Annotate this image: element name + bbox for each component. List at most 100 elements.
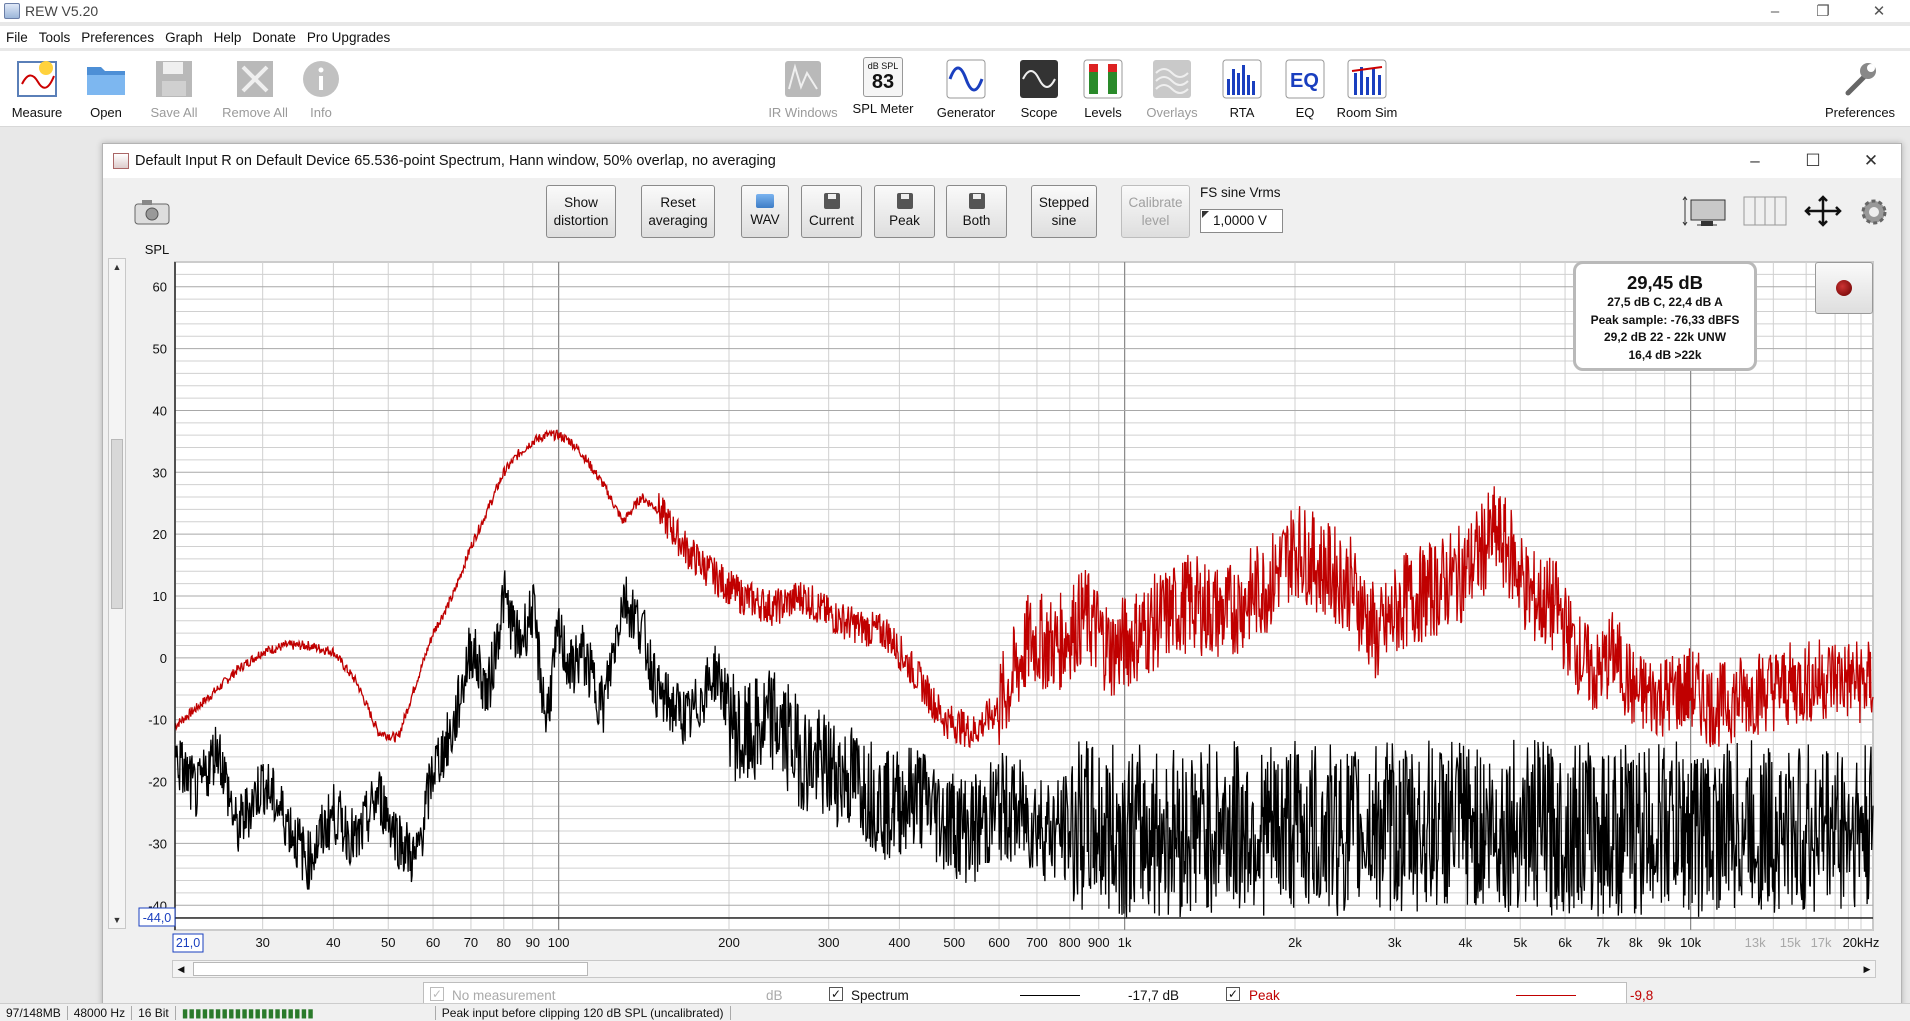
scroll-right-icon[interactable]: ▶	[1859, 961, 1875, 977]
x-tick-label: 3k	[1388, 935, 1402, 950]
eq-icon: EQ	[1283, 57, 1327, 101]
record-button[interactable]	[1815, 262, 1873, 314]
spectrum-legend-value: -17,7 dB	[1128, 988, 1180, 1003]
vertical-scroll-thumb[interactable]	[111, 439, 123, 609]
y-tick-label: 20	[153, 527, 167, 542]
minimize-icon[interactable]: –	[1752, 0, 1798, 22]
remove-icon	[233, 57, 277, 101]
room-sim-icon	[1345, 57, 1389, 101]
save-all-button[interactable]: Save All	[134, 57, 214, 120]
x-tick-label: 10k	[1680, 935, 1701, 950]
spl-meter-button[interactable]: dB SPL 83 SPL Meter	[843, 57, 923, 116]
no-measurement-unit: dB	[766, 988, 783, 1003]
x-tick-label: 60	[426, 935, 440, 950]
horizontal-scroll-thumb[interactable]	[193, 962, 588, 976]
rew-app-icon	[4, 3, 20, 19]
x-tick-label: 70	[464, 935, 478, 950]
unweighted-level: 29,2 dB 22 - 22k UNW	[1603, 330, 1727, 344]
x-tick-label: 800	[1059, 935, 1081, 950]
x-tick-label: 200	[718, 935, 740, 950]
ir-windows-button[interactable]: IR Windows	[763, 57, 843, 120]
menu-pro-upgrades[interactable]: Pro Upgrades	[307, 30, 390, 45]
room-sim-button[interactable]: Room Sim	[1327, 57, 1407, 120]
peak-checkbox[interactable]: ✓	[1226, 987, 1240, 1001]
status-bar: 97/148MB 48000 Hz 16 Bit ▮▮▮▮▮▮▮▮▮▮▮▮▮▮▮…	[0, 1003, 1910, 1021]
menu-donate[interactable]: Donate	[252, 30, 296, 45]
spectrum-legend-label: Spectrum	[851, 988, 909, 1003]
app-titlebar: REW V5.20 – ❐ ✕	[0, 0, 1910, 22]
x-tick-label: 600	[988, 935, 1010, 950]
y-tick-label: 60	[153, 280, 167, 295]
y-tick-label: -20	[148, 775, 167, 790]
x-tick-label: 90	[525, 935, 539, 950]
menu-bar: File Tools Preferences Graph Help Donate…	[0, 26, 1910, 48]
x-tick-label: 15k	[1780, 935, 1801, 950]
scroll-left-icon[interactable]: ◀	[173, 961, 189, 977]
measure-icon	[15, 57, 59, 101]
overlays-button[interactable]: Overlays	[1132, 57, 1212, 120]
spectrum-legend-line	[1020, 995, 1080, 996]
no-measurement-label: No measurement	[452, 988, 556, 1003]
x-tick-label: 40	[326, 935, 340, 950]
spl-main-value: 29,45 dB	[1626, 272, 1704, 293]
x-tick-label: 6k	[1558, 935, 1572, 950]
close-icon[interactable]: ✕	[1856, 0, 1902, 22]
main-toolbar: Measure Open Save All Remove All Info IR…	[0, 51, 1910, 127]
menu-file[interactable]: File	[6, 30, 28, 45]
x-tick-label: 20kHz	[1843, 935, 1880, 950]
peak-legend-label: Peak	[1249, 988, 1280, 1003]
x-tick-label: 50	[381, 935, 395, 950]
no-measurement-checkbox[interactable]: ✓	[430, 987, 444, 1001]
input-level-meter: ▮▮▮▮▮▮▮▮▮▮▮▮▮▮▮▮▮▮▮▮	[176, 1005, 436, 1020]
record-icon	[1836, 280, 1852, 296]
spl-weighting: 27,5 dB C, 22,4 dB A	[1607, 295, 1723, 309]
levels-button[interactable]: Levels	[1063, 57, 1143, 120]
x-tick-label: 4k	[1459, 935, 1473, 950]
x-tick-label: 1k	[1118, 935, 1132, 950]
x-tick-label: 500	[943, 935, 965, 950]
sine-wave-icon	[944, 57, 988, 101]
y-tick-label: 50	[153, 342, 167, 357]
x-tick-label: 7k	[1596, 935, 1610, 950]
y-tick-label: 0	[160, 651, 167, 666]
y-axis-label: SPL	[145, 242, 170, 257]
y-tick-label: 30	[153, 465, 167, 480]
y-cursor-label: -44,0	[143, 911, 172, 925]
info-button[interactable]: Info	[281, 57, 361, 120]
levels-icon	[1081, 57, 1125, 101]
spl-meter-icon: dB SPL 83	[863, 57, 903, 97]
y-tick-label: -30	[148, 836, 167, 851]
scroll-up-icon[interactable]: ▲	[109, 259, 125, 275]
rta-icon	[1220, 57, 1264, 101]
svg-text:EQ: EQ	[1290, 70, 1319, 92]
above-22k-level: 16,4 dB >22k	[1628, 347, 1702, 362]
menu-tools[interactable]: Tools	[39, 30, 71, 45]
floppy-icon	[152, 57, 196, 101]
scope-icon	[1017, 57, 1061, 101]
y-tick-label: 10	[153, 589, 167, 604]
x-tick-label: 9k	[1658, 935, 1672, 950]
menu-graph[interactable]: Graph	[165, 30, 203, 45]
preferences-button[interactable]: Preferences	[1820, 57, 1900, 120]
menu-help[interactable]: Help	[214, 30, 242, 45]
spl-readout-panel: 29,45 dB 27,5 dB C, 22,4 dB A Peak sampl…	[1573, 261, 1757, 371]
y-tick-label: 40	[153, 403, 167, 418]
memory-usage: 97/148MB	[0, 1005, 68, 1020]
restore-icon[interactable]: ❐	[1800, 0, 1846, 22]
spectrum-checkbox[interactable]: ✓	[829, 987, 843, 1001]
clipping-info: Peak input before clipping 120 dB SPL (u…	[436, 1005, 731, 1020]
x-tick-label: 5k	[1513, 935, 1527, 950]
menu-preferences[interactable]: Preferences	[81, 30, 154, 45]
scroll-down-icon[interactable]: ▼	[109, 912, 125, 928]
app-title: REW V5.20	[25, 3, 99, 19]
sample-rate: 48000 Hz	[68, 1005, 133, 1020]
vertical-scrollbar[interactable]: ▲ ▼	[108, 258, 126, 929]
generator-button[interactable]: Generator	[926, 57, 1006, 120]
overlays-icon	[1150, 57, 1194, 101]
x-tick-label: 17k	[1811, 935, 1832, 950]
peak-legend-line	[1516, 995, 1576, 996]
x-tick-label: 400	[889, 935, 911, 950]
horizontal-scrollbar[interactable]: ◀ ▶	[172, 960, 1876, 978]
y-tick-label: -10	[148, 713, 167, 728]
ir-windows-icon	[781, 57, 825, 101]
